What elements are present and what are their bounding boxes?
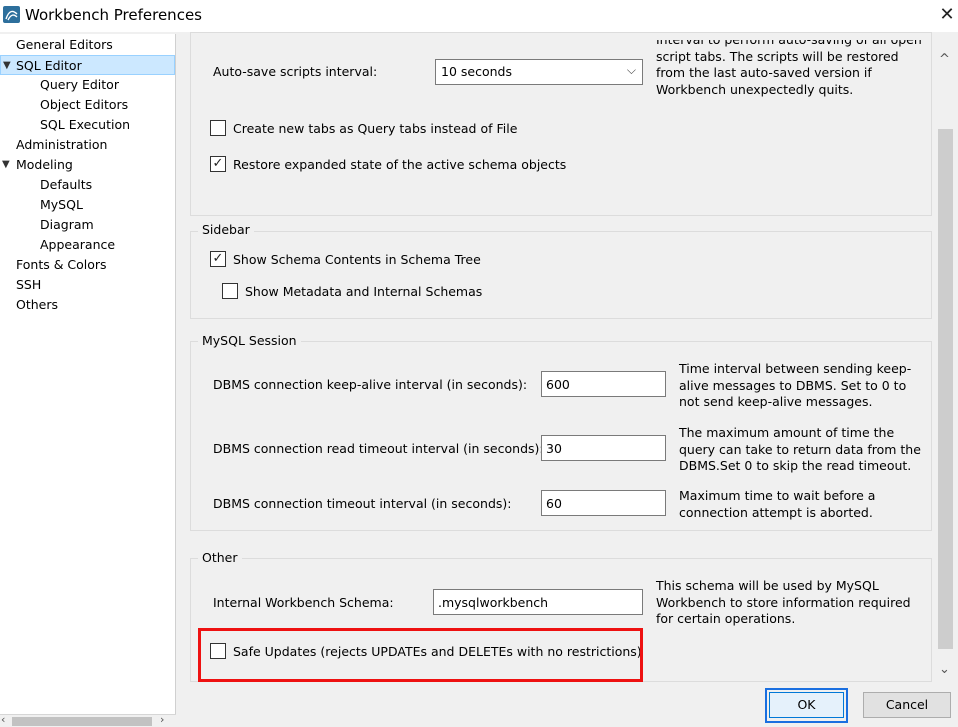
scroll-up-icon[interactable]: ^ xyxy=(939,52,950,67)
autosave-label: Auto-save scripts interval: xyxy=(213,64,378,79)
tree-item-object-editors[interactable]: Object Editors xyxy=(40,95,128,115)
workbench-logo-icon xyxy=(3,6,20,23)
tree-item-appearance[interactable]: Appearance xyxy=(40,235,115,255)
other-group-title: Other xyxy=(198,550,242,565)
schema-note: This schema will be used by MySQL Workbe… xyxy=(656,578,911,626)
new-tabs-checkbox[interactable] xyxy=(210,120,226,136)
ok-button[interactable]: OK xyxy=(769,692,844,718)
keepalive-label: DBMS connection keep-alive interval (in … xyxy=(213,377,528,392)
schema-input[interactable] xyxy=(433,589,643,615)
settings-panel: Auto-save scripts interval: 10 seconds ⌵… xyxy=(177,32,958,682)
title-bar: Workbench Preferences ✕ xyxy=(0,0,958,32)
tree-item-others[interactable]: Others xyxy=(16,295,58,315)
expand-arrow-icon[interactable]: ▼ xyxy=(3,56,11,76)
preferences-tree[interactable]: General Editors ▼ SQL Editor Query Edito… xyxy=(0,34,176,714)
cancel-button[interactable]: Cancel xyxy=(863,692,951,718)
autosave-interval-value: 10 seconds xyxy=(441,64,512,79)
tree-item-general-editors[interactable]: General Editors xyxy=(16,35,113,55)
tree-item-ssh[interactable]: SSH xyxy=(16,275,41,295)
restore-state-checkbox[interactable]: ✓ xyxy=(210,156,226,172)
settings-vertical-scrollbar[interactable]: ^ ⌄ xyxy=(933,34,958,682)
read-timeout-note: The maximum amount of time the query can… xyxy=(679,425,921,473)
timeout-note: Maximum time to wait before a connection… xyxy=(679,488,876,520)
window-title: Workbench Preferences xyxy=(25,6,202,24)
scroll-right-icon[interactable]: › xyxy=(160,713,164,726)
scrollbar-thumb[interactable] xyxy=(938,129,953,649)
tree-item-sql-editor[interactable]: ▼ SQL Editor xyxy=(0,55,175,75)
show-schema-contents-label: Show Schema Contents in Schema Tree xyxy=(233,252,481,267)
tree-horizontal-scrollbar[interactable]: ‹ › xyxy=(0,713,176,727)
timeout-label: DBMS connection timeout interval (in sec… xyxy=(213,496,512,511)
sidebar-group-title: Sidebar xyxy=(198,222,254,237)
tree-item-defaults[interactable]: Defaults xyxy=(40,175,92,195)
chevron-down-icon: ⌵ xyxy=(626,63,636,77)
scroll-down-icon[interactable]: ⌄ xyxy=(939,662,950,677)
timeout-input[interactable] xyxy=(541,490,666,516)
scroll-left-icon[interactable]: ‹ xyxy=(1,713,5,726)
tree-item-sql-execution[interactable]: SQL Execution xyxy=(40,115,130,135)
new-tabs-label: Create new tabs as Query tabs instead of… xyxy=(233,121,518,136)
tree-item-administration[interactable]: Administration xyxy=(16,135,107,155)
tree-item-fonts-colors[interactable]: Fonts & Colors xyxy=(16,255,107,275)
tree-item-query-editor[interactable]: Query Editor xyxy=(40,75,119,95)
expand-arrow-icon[interactable]: ▼ xyxy=(2,155,10,175)
close-icon[interactable]: ✕ xyxy=(936,3,958,27)
read-timeout-input[interactable] xyxy=(541,435,666,461)
scrollbar-thumb[interactable] xyxy=(12,717,152,726)
autosave-note: Interval to perform auto-saving of all o… xyxy=(656,40,926,106)
show-metadata-checkbox[interactable] xyxy=(222,283,238,299)
restore-state-label: Restore expanded state of the active sch… xyxy=(233,157,567,172)
safe-updates-highlight xyxy=(198,628,643,682)
show-schema-contents-checkbox[interactable]: ✓ xyxy=(210,251,226,267)
read-timeout-label: DBMS connection read timeout interval (i… xyxy=(213,441,544,456)
autosave-interval-select[interactable]: 10 seconds ⌵ xyxy=(435,59,643,85)
tree-item-label: SQL Editor xyxy=(16,58,82,73)
tree-item-diagram[interactable]: Diagram xyxy=(40,215,94,235)
schema-label: Internal Workbench Schema: xyxy=(213,595,394,610)
tree-item-modeling[interactable]: ▼ Modeling xyxy=(0,155,120,175)
sidebar-group xyxy=(190,231,932,319)
tree-item-label: Modeling xyxy=(16,157,73,172)
autosave-note-text: Interval to perform auto-saving of all o… xyxy=(656,40,922,97)
keepalive-note: Time interval between sending keep-alive… xyxy=(679,361,912,409)
show-metadata-label: Show Metadata and Internal Schemas xyxy=(245,284,483,299)
tree-item-mysql[interactable]: MySQL xyxy=(40,195,83,215)
keepalive-input[interactable] xyxy=(541,371,666,397)
mysql-session-group-title: MySQL Session xyxy=(198,333,301,348)
